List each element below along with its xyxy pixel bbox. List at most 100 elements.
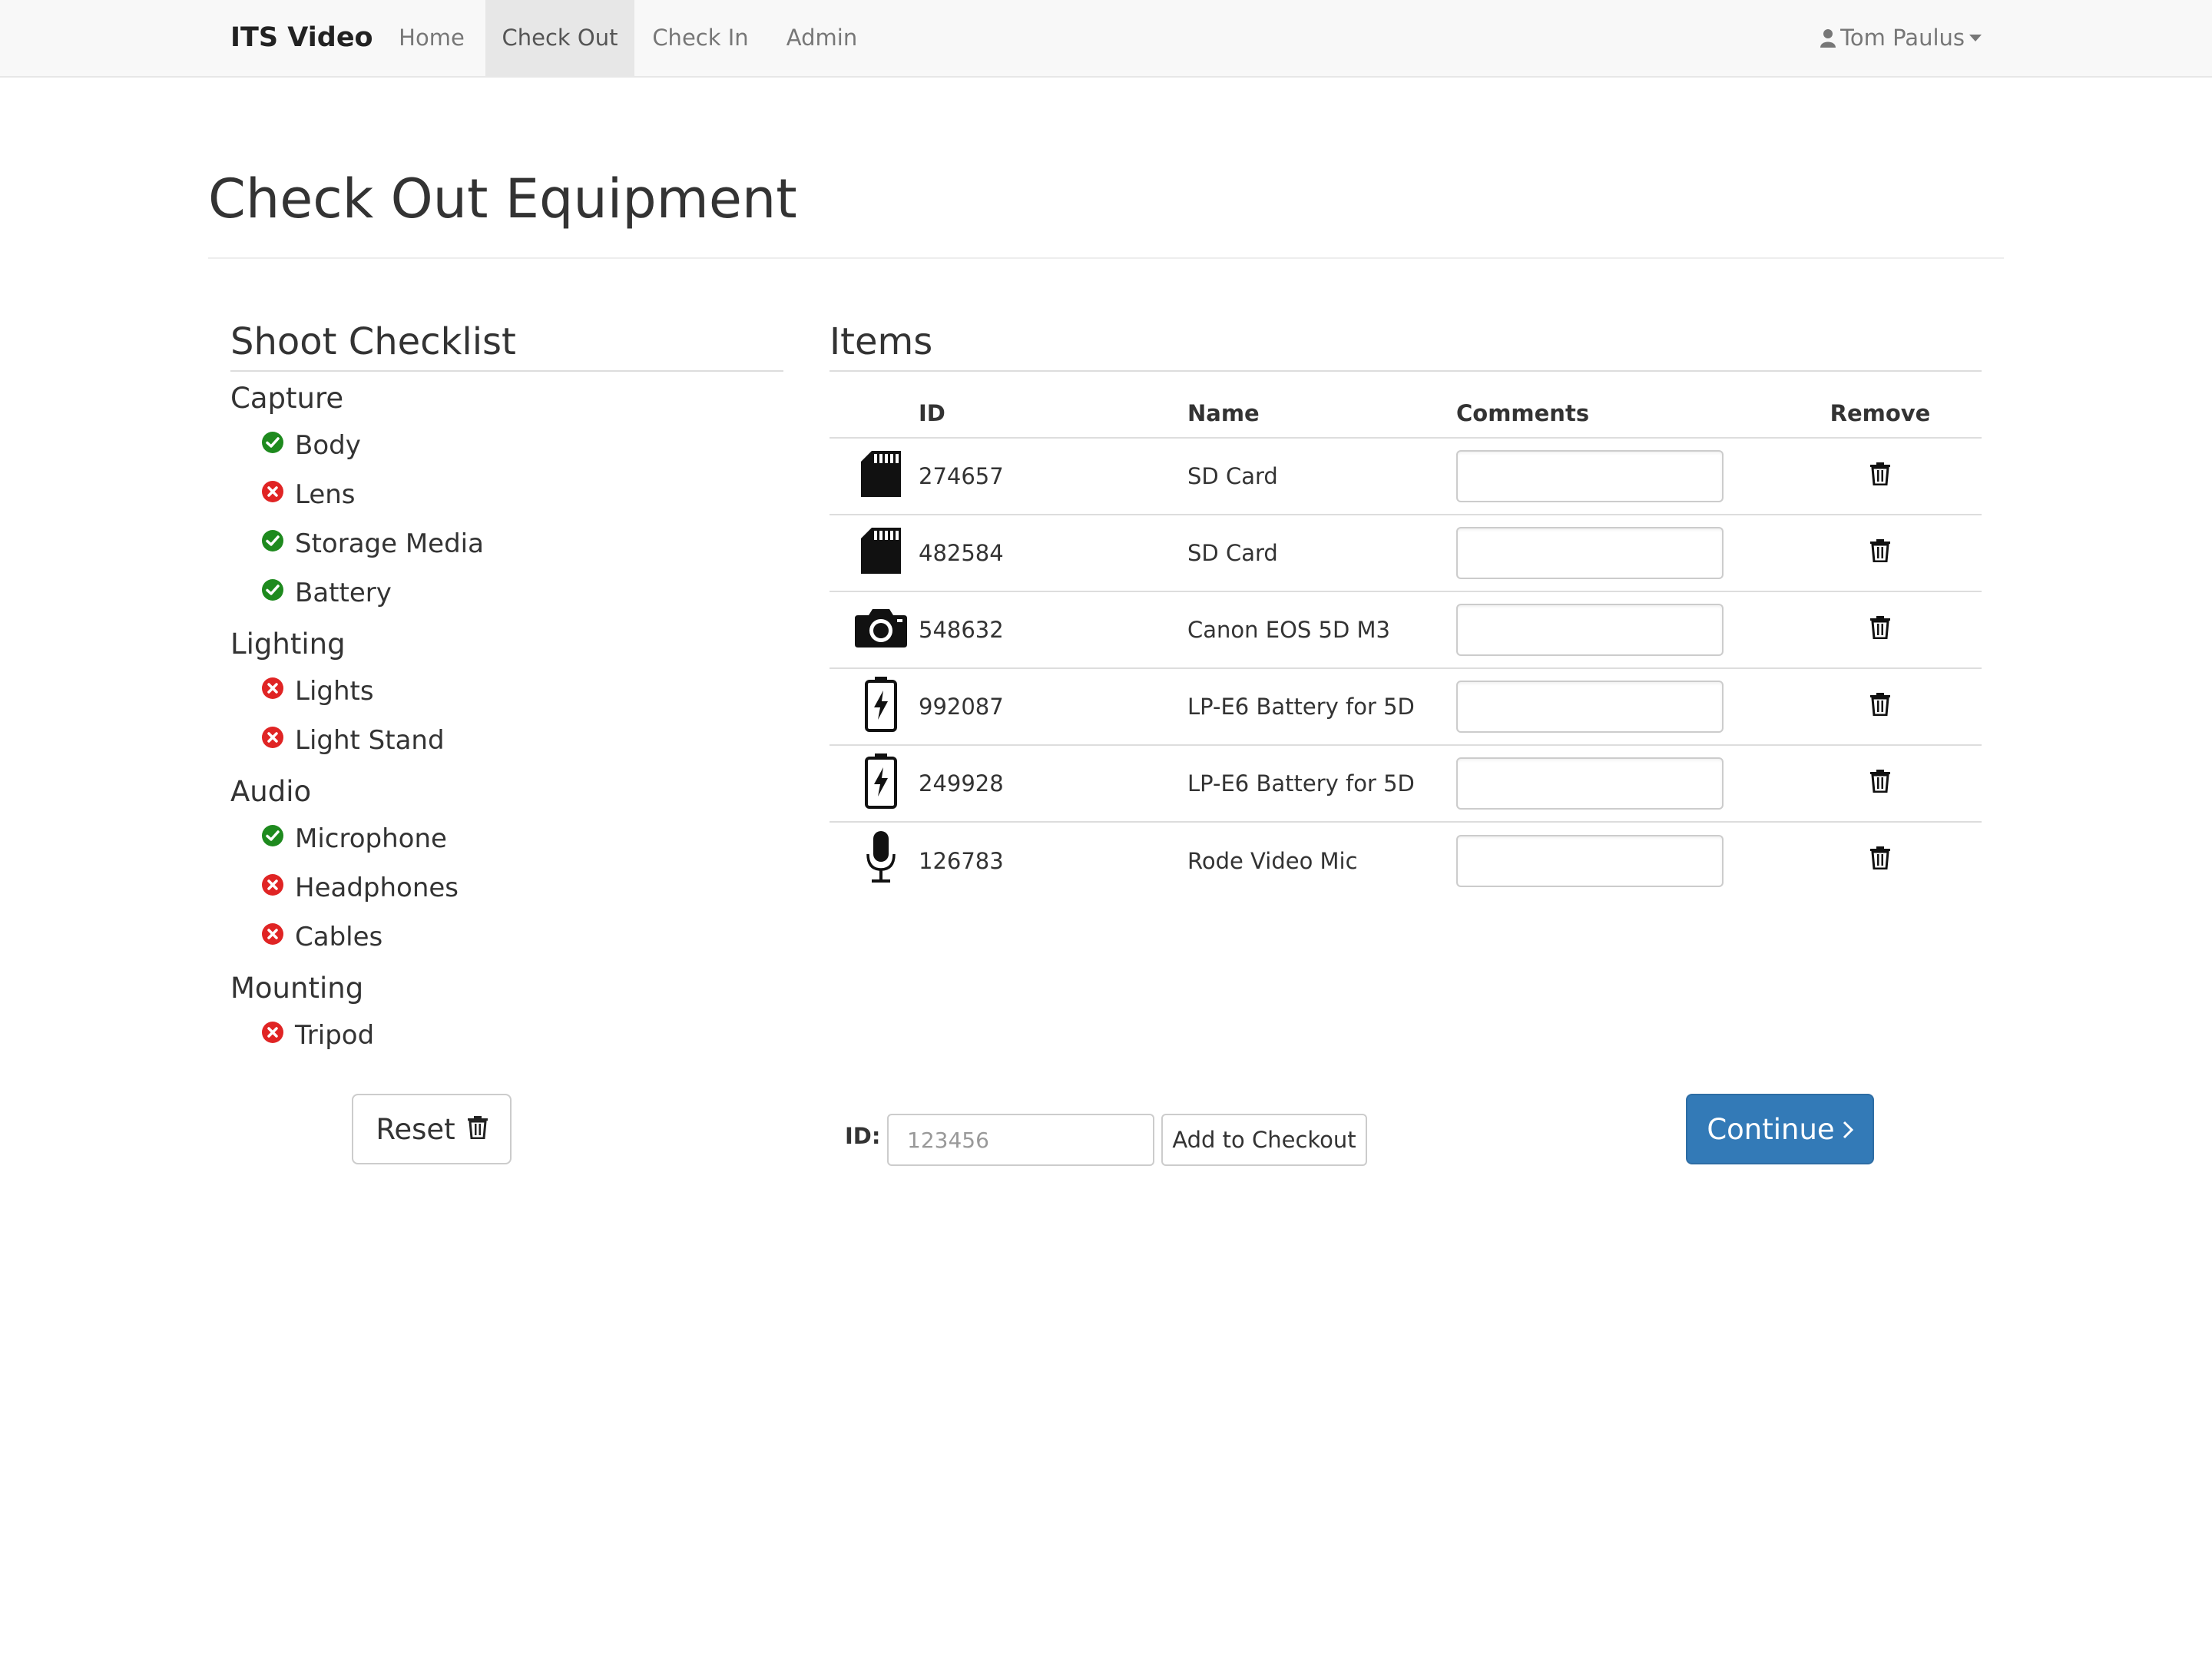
trash-icon — [1870, 769, 1890, 793]
item-id: 548632 — [919, 591, 1187, 669]
comment-input[interactable] — [1456, 834, 1724, 887]
user-name: Tom Paulus — [1840, 25, 1965, 51]
sd-card-icon — [843, 450, 919, 502]
checklist-item: Lights — [230, 667, 783, 716]
x-circle-icon — [261, 922, 295, 952]
checklist-item-label: Light Stand — [295, 725, 445, 756]
continue-button[interactable]: Continue — [1686, 1094, 1874, 1164]
check-circle-icon — [261, 430, 295, 461]
item-remove-cell — [1779, 668, 1982, 746]
item-name: LP-E6 Battery for 5D — [1187, 745, 1456, 823]
checklist-item: Tripod — [230, 1011, 783, 1060]
checklist-item: Headphones — [230, 863, 783, 912]
checklist-item-label: Headphones — [295, 873, 459, 903]
checklist-group-title: Mounting — [230, 972, 364, 1005]
checklist-item-label: Battery — [295, 578, 392, 608]
remove-item-button[interactable] — [1870, 615, 1890, 639]
nav-check-in[interactable]: Check In — [634, 0, 767, 76]
items-panel: Items ID Name Comments Remove 274657 SD C… — [830, 315, 1982, 899]
remove-item-button[interactable] — [1870, 692, 1890, 716]
trash-icon — [1870, 462, 1890, 485]
remove-item-button[interactable] — [1870, 462, 1890, 485]
item-name: SD Card — [1187, 438, 1456, 515]
checklist-group-title: Audio — [230, 775, 312, 808]
table-row: 126783 Rode Video Mic — [830, 822, 1982, 899]
item-id: 992087 — [919, 668, 1187, 746]
nav-check-out[interactable]: Check Out — [485, 0, 634, 76]
item-name: Rode Video Mic — [1187, 847, 1358, 874]
checklist-item: Lens — [230, 470, 783, 519]
trash-icon — [1870, 538, 1890, 562]
table-row: 249928 LP-E6 Battery for 5D — [830, 745, 1982, 823]
items-table: ID Name Comments Remove 274657 SD Card 482… — [830, 389, 1982, 899]
trash-icon — [1870, 615, 1890, 639]
user-icon — [1820, 28, 1836, 48]
checklist-item-label: Lights — [295, 676, 374, 707]
comment-input[interactable] — [1456, 527, 1724, 579]
checklist-group-title: Lighting — [230, 628, 346, 661]
checklist-item: Battery — [230, 568, 783, 618]
page-title: Check Out Equipment — [208, 167, 797, 230]
comment-input[interactable] — [1456, 757, 1724, 810]
checklist-item: Body — [230, 421, 783, 470]
checklist-title: Shoot Checklist — [230, 315, 783, 372]
item-comments-cell — [1456, 591, 1779, 669]
item-id: 482584 — [919, 515, 1187, 592]
item-type-cell — [830, 591, 919, 669]
table-header-row: ID Name Comments Remove — [830, 389, 1982, 439]
add-to-checkout-button[interactable]: Add to Checkout — [1161, 1114, 1367, 1166]
remove-item-button[interactable] — [1870, 538, 1890, 562]
comment-input[interactable] — [1456, 681, 1724, 733]
table-row: 548632 Canon EOS 5D M3 — [830, 591, 1982, 669]
sd-card-icon — [843, 527, 919, 579]
checklist-item-label: Body — [295, 430, 361, 461]
checklist-item: Storage Media — [230, 519, 783, 568]
brand-logo[interactable]: ITS Video — [230, 0, 373, 76]
item-type-cell — [830, 822, 919, 899]
check-circle-icon — [261, 528, 295, 559]
item-comments-cell — [1456, 515, 1779, 592]
item-comments-cell — [1456, 668, 1779, 746]
chevron-right-icon — [1843, 1113, 1853, 1146]
item-remove-cell — [1779, 515, 1982, 592]
comment-input[interactable] — [1456, 604, 1724, 656]
id-input[interactable] — [887, 1114, 1154, 1166]
table-row: 482584 SD Card — [830, 515, 1982, 592]
top-navbar: ITS Video Home Check Out Check In Admin … — [0, 0, 2212, 78]
reset-button-label: Reset — [376, 1112, 455, 1146]
x-circle-icon — [261, 479, 295, 510]
item-remove-cell — [1779, 745, 1982, 823]
item-type-cell — [830, 515, 919, 592]
title-divider — [208, 257, 2004, 259]
caret-down-icon — [1969, 34, 1982, 42]
checklist-group-title: Capture — [230, 382, 344, 415]
microphone-icon — [843, 831, 919, 890]
column-header-comments: Comments — [1456, 389, 1779, 439]
id-label: ID: — [845, 1123, 881, 1149]
column-header-icon — [830, 389, 919, 439]
column-header-id: ID — [919, 389, 1187, 439]
checklist-item-label: Storage Media — [295, 528, 484, 559]
checklist-item-label: Tripod — [295, 1020, 375, 1051]
check-circle-icon — [261, 578, 295, 608]
nav-admin[interactable]: Admin — [767, 0, 877, 76]
item-comments-cell — [1456, 822, 1779, 899]
table-row: 992087 LP-E6 Battery for 5D — [830, 668, 1982, 746]
remove-item-button[interactable] — [1870, 846, 1890, 869]
items-title: Items — [830, 315, 1982, 372]
nav-home[interactable]: Home — [379, 0, 485, 76]
checklist-item-label: Cables — [295, 922, 383, 952]
battery-icon — [843, 676, 919, 737]
item-id: 126783 — [919, 847, 1004, 874]
check-circle-icon — [261, 823, 295, 854]
checklist-groups: Capture Body Lens Storage Media Battery Light… — [230, 376, 783, 1060]
remove-item-button[interactable] — [1870, 769, 1890, 793]
reset-button[interactable]: Reset — [352, 1094, 512, 1164]
item-remove-cell — [1779, 591, 1982, 669]
shoot-checklist: Shoot Checklist Capture Body Lens Storage M… — [230, 315, 783, 1060]
checklist-item: Light Stand — [230, 716, 783, 765]
user-menu[interactable]: Tom Paulus — [1820, 0, 1982, 76]
battery-icon — [843, 753, 919, 814]
comment-input[interactable] — [1456, 450, 1724, 502]
item-id: 274657 — [919, 438, 1187, 515]
